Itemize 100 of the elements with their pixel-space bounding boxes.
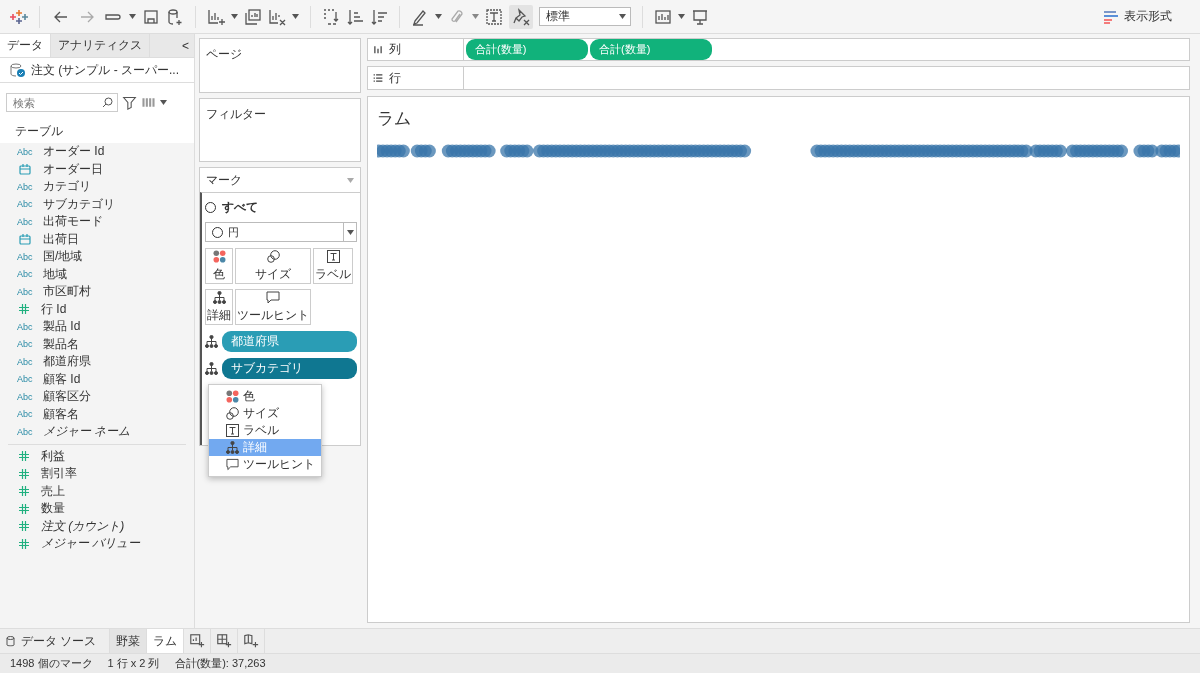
detail-button[interactable]: 詳細	[205, 289, 233, 325]
field-name[interactable]: メジャー バリュー	[41, 535, 141, 553]
caret-icon[interactable]	[678, 14, 685, 19]
detail-icon	[205, 362, 218, 375]
caret-icon[interactable]	[292, 14, 299, 19]
field-name[interactable]: 顧客区分	[43, 388, 91, 406]
field-name[interactable]: 顧客 Id	[43, 370, 81, 388]
swap-icon[interactable]	[322, 7, 340, 26]
add-datasource-icon[interactable]	[166, 7, 184, 26]
string-type-icon: Abc	[17, 181, 35, 192]
status-text: 1 行 x 2 列	[107, 656, 160, 671]
new-worksheet-icon[interactable]	[207, 7, 225, 26]
field-name[interactable]: メジャー ネーム	[43, 423, 131, 441]
caret-icon[interactable]	[346, 229, 354, 235]
field-name[interactable]: オーダー Id	[43, 143, 105, 161]
sort-descending-icon[interactable]	[370, 7, 388, 26]
string-type-icon: Abc	[17, 391, 35, 402]
color-button[interactable]: 色	[205, 248, 233, 284]
status-text: 合計(数量): 37,263	[174, 656, 266, 671]
duplicate-icon[interactable]	[244, 7, 262, 26]
sheet-title: ラム	[377, 108, 411, 130]
chart-icon[interactable]	[654, 7, 672, 26]
field-name[interactable]: 顧客名	[43, 405, 79, 423]
string-type-icon: Abc	[17, 216, 35, 227]
field-name[interactable]: 利益	[41, 447, 65, 465]
field-name[interactable]: 都道府県	[43, 353, 91, 371]
field-name[interactable]: 出荷モード	[43, 213, 103, 231]
field-name[interactable]: サブカテゴリ	[43, 195, 115, 213]
clear-sheet-icon[interactable]	[268, 7, 286, 26]
field-name[interactable]: 注文 (カウント)	[41, 517, 125, 535]
tooltip-button[interactable]: ツールヒント	[235, 289, 311, 325]
tooltip-icon	[226, 458, 239, 471]
show-me-button[interactable]: 表示形式	[1098, 7, 1178, 26]
detail-icon	[212, 290, 226, 304]
logo-icon[interactable]	[10, 7, 28, 26]
field-name[interactable]: 出荷日	[43, 230, 79, 248]
menu-item[interactable]: 色	[209, 388, 321, 405]
calendar-icon	[19, 163, 31, 175]
caret-icon[interactable]	[619, 14, 626, 19]
datasource-name[interactable]: 注文 (サンプル - スーパー...	[31, 61, 179, 79]
field-name[interactable]: 地域	[43, 265, 67, 283]
number-type-icon	[19, 304, 29, 315]
fit-dropdown[interactable]: 標準	[539, 7, 631, 26]
field-name[interactable]: 国/地域	[43, 248, 83, 266]
search-field[interactable]: 検索	[6, 93, 118, 112]
rows-shelf-label: 行	[389, 69, 401, 87]
filter-icon[interactable]	[122, 95, 137, 110]
menu-item[interactable]: ツールヒント	[209, 456, 321, 473]
pane-tab[interactable]: データ	[0, 34, 51, 57]
number-type-icon	[19, 503, 29, 514]
caret-icon[interactable]	[472, 14, 479, 19]
rows-icon[interactable]	[373, 73, 383, 83]
label-button[interactable]: ラベル	[313, 248, 353, 284]
section-heading: テーブル	[14, 123, 64, 140]
field-name[interactable]: 行 Id	[41, 300, 67, 318]
text-icon[interactable]	[485, 7, 503, 26]
sheet-tab[interactable]: 野菜	[110, 629, 147, 653]
caret-icon[interactable]	[160, 100, 167, 105]
field-name[interactable]: 市区町村	[43, 283, 91, 301]
field-name[interactable]: 製品名	[43, 335, 79, 353]
new-story-icon[interactable]	[243, 633, 259, 649]
detail-icon	[205, 335, 218, 348]
pin-icon[interactable]	[512, 7, 530, 26]
size-button[interactable]: サイズ	[235, 248, 311, 284]
string-type-icon: Abc	[17, 199, 35, 210]
save-icon[interactable]	[142, 7, 160, 26]
field-name[interactable]: カテゴリ	[43, 178, 91, 196]
caret-icon[interactable]	[435, 14, 442, 19]
field-name[interactable]: 製品 Id	[43, 318, 81, 336]
collapse-button[interactable]: <	[177, 34, 194, 57]
sort-ascending-icon[interactable]	[346, 7, 364, 26]
presentation-icon[interactable]	[691, 7, 709, 26]
field-name[interactable]: 売上	[41, 482, 65, 500]
string-type-icon: Abc	[17, 426, 35, 437]
number-type-icon	[19, 521, 29, 532]
number-type-icon	[19, 538, 29, 549]
field-name[interactable]: オーダー日	[43, 160, 103, 178]
sheet-tab[interactable]: ラム	[147, 629, 184, 653]
field-name[interactable]: 数量	[41, 500, 65, 518]
search-icon[interactable]	[102, 97, 113, 108]
mark-type-dropdown[interactable]: 円	[205, 222, 357, 242]
tooltip-icon	[266, 290, 280, 304]
caret-icon[interactable]	[231, 14, 238, 19]
menu-item[interactable]: ラベル	[209, 422, 321, 439]
menu-item[interactable]: サイズ	[209, 405, 321, 422]
field-name[interactable]: 割引率	[41, 465, 77, 483]
database-icon	[6, 635, 15, 647]
filters-shelf-title: フィルター	[205, 106, 267, 123]
number-type-icon	[19, 468, 29, 479]
string-type-icon: Abc	[17, 339, 35, 350]
all-marks-label: すべて	[222, 199, 258, 216]
new-dashboard-icon[interactable]	[216, 633, 232, 649]
number-type-icon	[19, 451, 29, 462]
label-icon	[326, 249, 340, 263]
new-worksheet-icon[interactable]	[189, 633, 205, 649]
field-pill[interactable]: サブカテゴリ	[222, 358, 357, 379]
string-type-icon: Abc	[17, 251, 35, 262]
caret-icon[interactable]	[129, 14, 136, 19]
color-icon	[212, 249, 226, 263]
pages-shelf-title: ページ	[205, 46, 243, 63]
